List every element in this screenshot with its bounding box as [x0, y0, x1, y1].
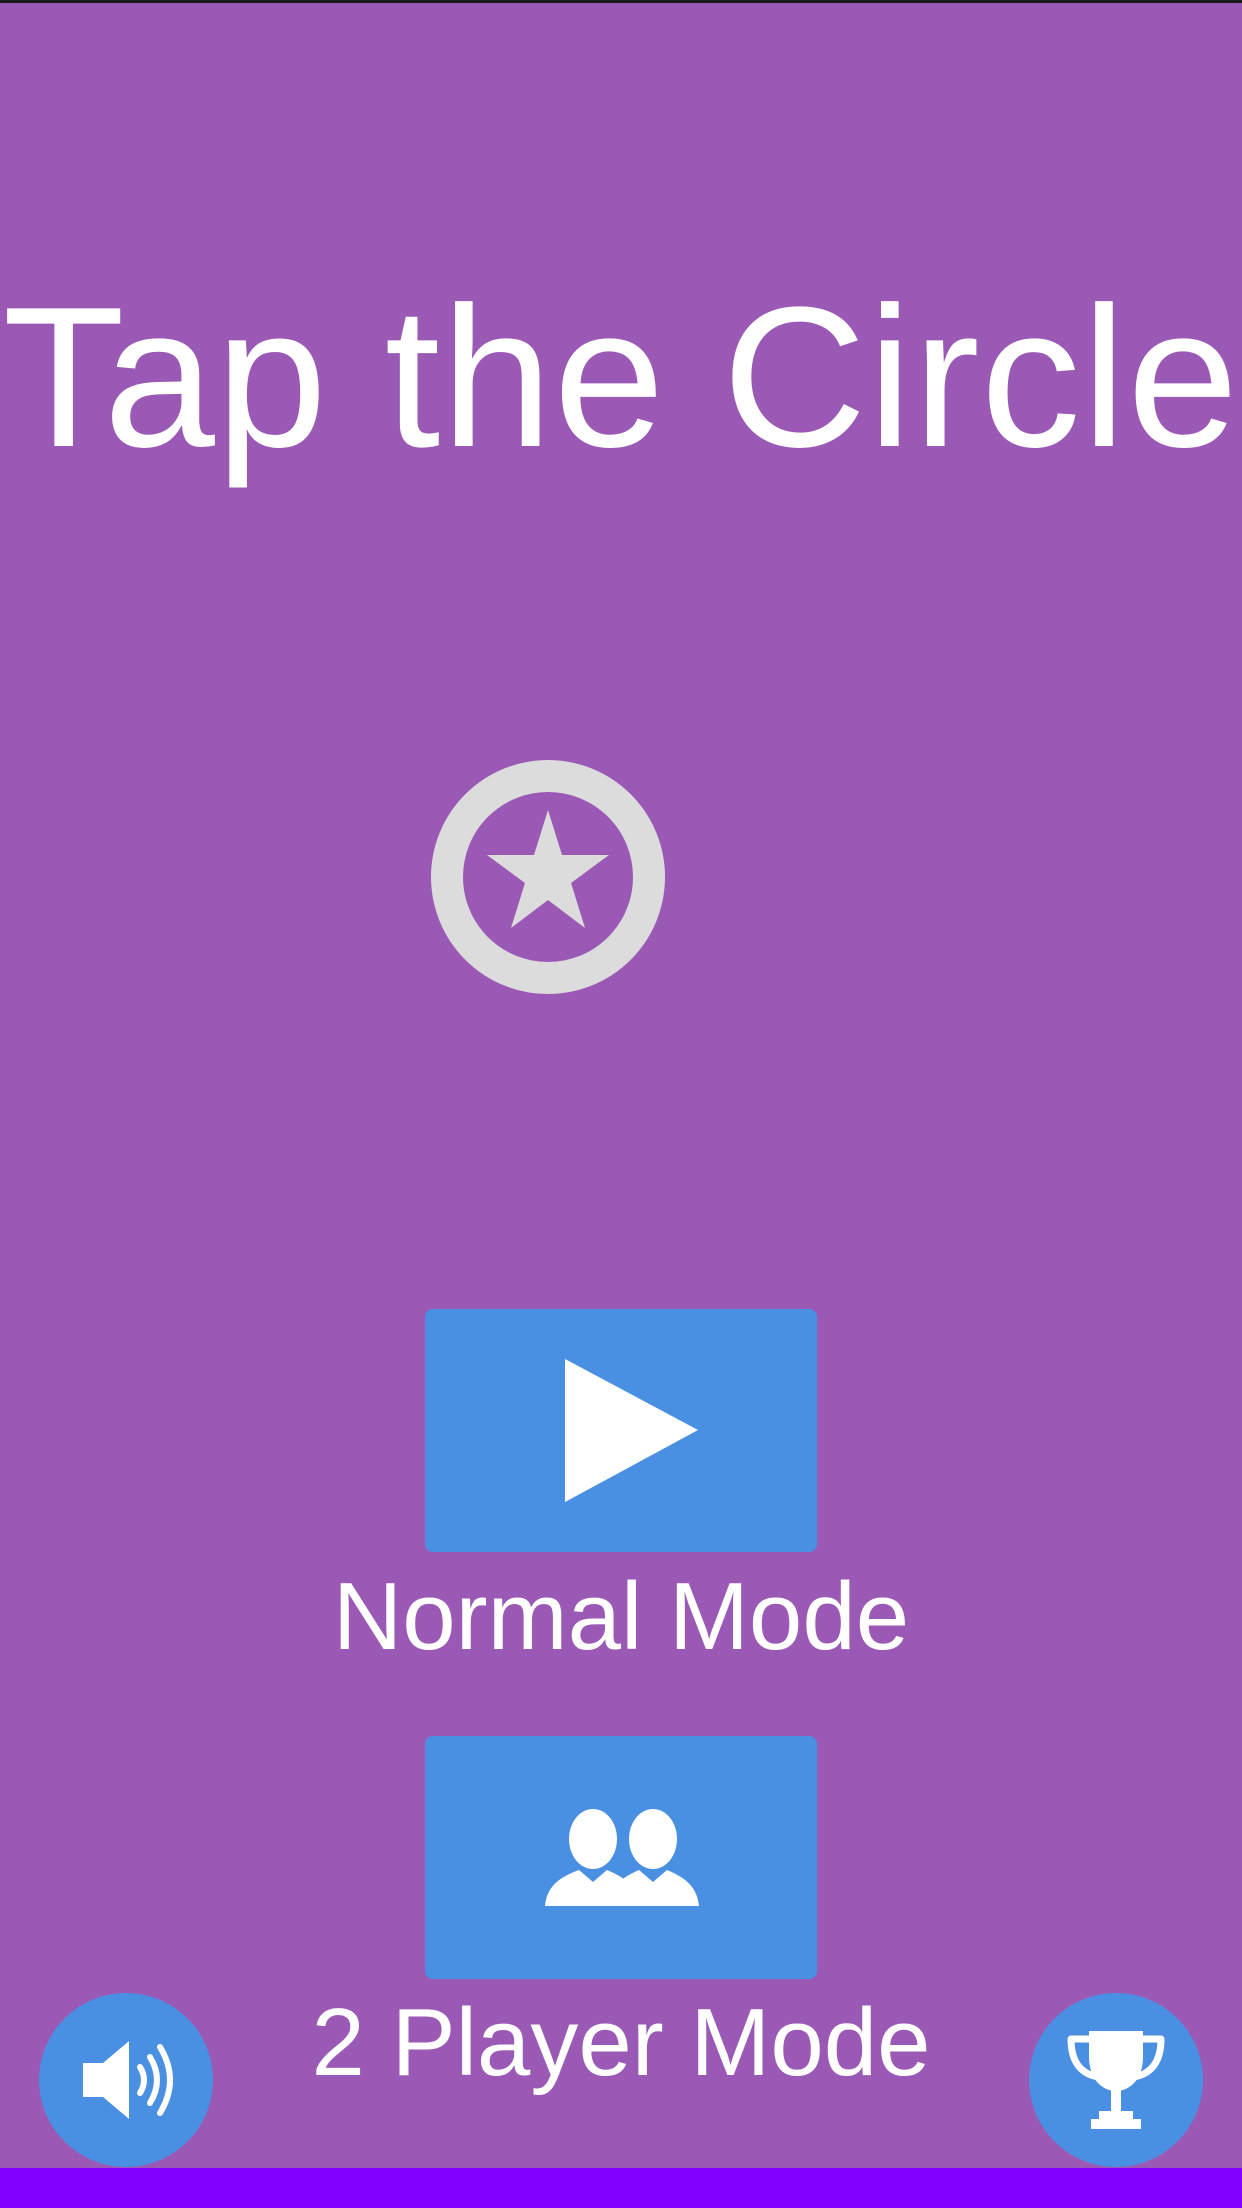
play-icon — [565, 1359, 698, 1502]
normal-mode-button[interactable] — [425, 1309, 817, 1552]
sound-button[interactable] — [39, 1993, 213, 2167]
top-border — [0, 0, 1242, 3]
star-circle-icon — [431, 760, 665, 994]
speaker-icon — [83, 2041, 173, 2119]
normal-mode-label[interactable]: Normal Mode — [0, 1562, 1242, 1672]
game-title: Tap the Circle — [2, 266, 1240, 489]
main-menu-screen: Tap the Circle Normal Mode 2 Player Mode — [0, 0, 1242, 2208]
trophy-icon — [1067, 2031, 1165, 2129]
two-users-icon — [545, 1809, 699, 1906]
leaderboard-button[interactable] — [1029, 1993, 1203, 2167]
bottom-bar — [0, 2168, 1242, 2208]
two-player-mode-button[interactable] — [425, 1736, 817, 1979]
